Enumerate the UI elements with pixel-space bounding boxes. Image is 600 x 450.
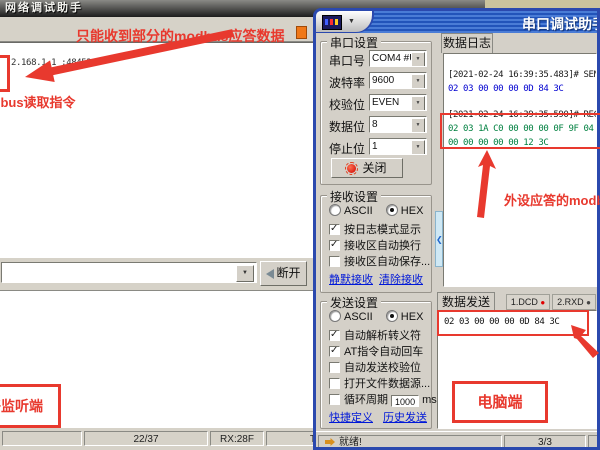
parity-select[interactable]: EVEN▼	[369, 94, 427, 111]
send-option-loop[interactable]: 循环周期 1000 ms	[329, 391, 437, 407]
port-select[interactable]: COM4 #USI▼	[369, 50, 427, 67]
checkbox-icon	[329, 394, 340, 405]
dropdown-icon[interactable]: ▼	[411, 96, 425, 111]
close-port-button[interactable]: 关闭	[331, 158, 403, 178]
annotation-box-send-hex	[437, 310, 589, 336]
loop-unit-label: ms	[422, 394, 437, 406]
stopbits-select[interactable]: 1▼	[369, 138, 427, 155]
dropdown-icon[interactable]: ▼	[411, 52, 425, 67]
channel-tab-rxd[interactable]: 2.RXD ●	[552, 294, 596, 310]
annotation-read-command: modbus读取指令	[0, 92, 76, 111]
checkbox-icon	[329, 224, 340, 235]
serial-status-bar: 就绪! 3/3	[316, 431, 597, 448]
annotation-device-reply: 外设应答的modbus数据	[504, 190, 600, 209]
radio-icon	[386, 310, 398, 322]
dcd-indicator-icon: ●	[540, 298, 545, 307]
history-send-link[interactable]: 历史发送	[383, 409, 427, 425]
checkbox-icon	[329, 378, 340, 389]
status-segment-empty	[2, 431, 82, 446]
receive-settings-title: 接收设置	[327, 188, 381, 205]
serial-status-page: 3/3	[504, 435, 586, 449]
radio-icon	[329, 204, 341, 216]
pointing-hand-icon	[325, 438, 335, 446]
field-label: 校验位	[329, 96, 365, 113]
disconnect-button[interactable]: 断开	[260, 261, 307, 286]
recv-encoding-row: ASCII HEX	[329, 204, 423, 217]
databits-select[interactable]: 8▼	[369, 116, 427, 133]
checkbox-icon	[329, 240, 340, 251]
annotation-box-receive	[0, 55, 10, 92]
receive-settings-group: 接收设置 ASCII HEX 按日志模式显示 接收区自动换行 接收区自动保存..…	[320, 195, 432, 293]
rxd-indicator-icon: ●	[586, 298, 591, 307]
data-log-area[interactable]: [2021-02-24 16:39:35.483]# SEND 02 03 00…	[443, 53, 597, 287]
silent-receive-link[interactable]: 静默接收	[329, 271, 373, 287]
tab-data-log[interactable]: 数据日志	[441, 33, 493, 53]
recv-option-wrap[interactable]: 接收区自动换行	[329, 237, 421, 253]
dropdown-icon[interactable]: ▼	[411, 74, 425, 89]
back-arrow-icon	[266, 269, 274, 279]
field-label: 波特率	[329, 74, 365, 91]
port-settings-group: 串口设置 串口号 COM4 #USI▼ 波特率 9600▼ 校验位 EVEN▼ …	[320, 41, 432, 185]
port-settings-title: 串口设置	[327, 34, 381, 51]
port-open-indicator-icon	[347, 164, 356, 173]
channel-tab-dcd[interactable]: 1.DCD ●	[506, 294, 550, 310]
panel-collapse-handle[interactable]: ❮	[435, 211, 443, 267]
checkbox-icon	[329, 330, 340, 341]
annotation-box-listener: 网络监听端	[0, 384, 61, 428]
checkbox-icon	[329, 346, 340, 357]
loop-period-input[interactable]: 1000	[391, 395, 419, 407]
send-option-filesource[interactable]: 打开文件数据源...	[329, 375, 430, 391]
send-settings-group: 发送设置 ASCII HEX 自动解析转义符 AT指令自动回车 自动发送校验位 …	[320, 301, 432, 429]
radio-icon	[386, 204, 398, 216]
send-option-checksum[interactable]: 自动发送校验位	[329, 359, 421, 375]
annotation-partial-data: 只能收到部分的modbus应答数据	[76, 26, 284, 46]
field-label: 串口号	[329, 52, 365, 69]
serial-window-title: 串口调试助手	[522, 14, 600, 34]
serial-status-ready: 就绪!	[318, 435, 502, 449]
checkbox-icon	[329, 256, 340, 267]
send-option-escape[interactable]: 自动解析转义符	[329, 327, 421, 343]
serial-system-menu[interactable]: ▼	[316, 11, 374, 33]
dropdown-icon[interactable]: ▼	[411, 140, 425, 155]
log-line-send-hex: 02 03 00 00 00 0D 84 3C	[448, 84, 563, 94]
recv-hex-radio[interactable]: HEX	[386, 205, 424, 217]
recv-option-autosave[interactable]: 接收区自动保存...	[329, 253, 430, 269]
send-ascii-radio[interactable]: ASCII	[329, 311, 373, 323]
dropdown-icon[interactable]: ▼	[411, 118, 425, 133]
serial-status-extra	[588, 435, 600, 449]
send-option-at-cr[interactable]: AT指令自动回车	[329, 343, 423, 359]
send-history-combobox[interactable]: ▼	[1, 262, 257, 283]
combobox-dropdown-icon[interactable]: ▼	[236, 265, 254, 282]
annotation-box-recv-hex	[440, 113, 600, 149]
recv-ascii-radio[interactable]: ASCII	[329, 205, 373, 217]
network-receive-line: 2.168.1.1 :48452>	[11, 58, 96, 68]
send-settings-title: 发送设置	[327, 294, 381, 311]
tab-data-send[interactable]: 数据发送	[437, 292, 495, 311]
status-rx: RX:28F	[210, 431, 264, 446]
quick-define-link[interactable]: 快捷定义	[329, 409, 373, 425]
screen: 网络调试助手 2.168.1.1 :48452> ▼ 断开 22/37 RX:2…	[0, 0, 600, 450]
log-line: [2021-02-24 16:39:35.483]# SEND	[448, 70, 597, 80]
checkbox-icon	[329, 362, 340, 373]
send-encoding-row: ASCII HEX	[329, 310, 423, 323]
baudrate-select[interactable]: 9600▼	[369, 72, 427, 89]
clear-receive-link[interactable]: 清除接收	[379, 271, 423, 287]
toolbar-flame-icon[interactable]	[296, 26, 307, 39]
radio-icon	[329, 310, 341, 322]
send-hex-radio[interactable]: HEX	[386, 311, 424, 323]
recv-option-log-mode[interactable]: 按日志模式显示	[329, 221, 421, 237]
field-label: 数据位	[329, 118, 365, 135]
status-counter: 22/37	[84, 431, 208, 446]
app-logo-icon	[322, 15, 342, 30]
annotation-box-pc: 电脑端	[452, 381, 548, 423]
field-label: 停止位	[329, 140, 365, 157]
menu-caret-icon[interactable]: ▼	[348, 18, 355, 25]
